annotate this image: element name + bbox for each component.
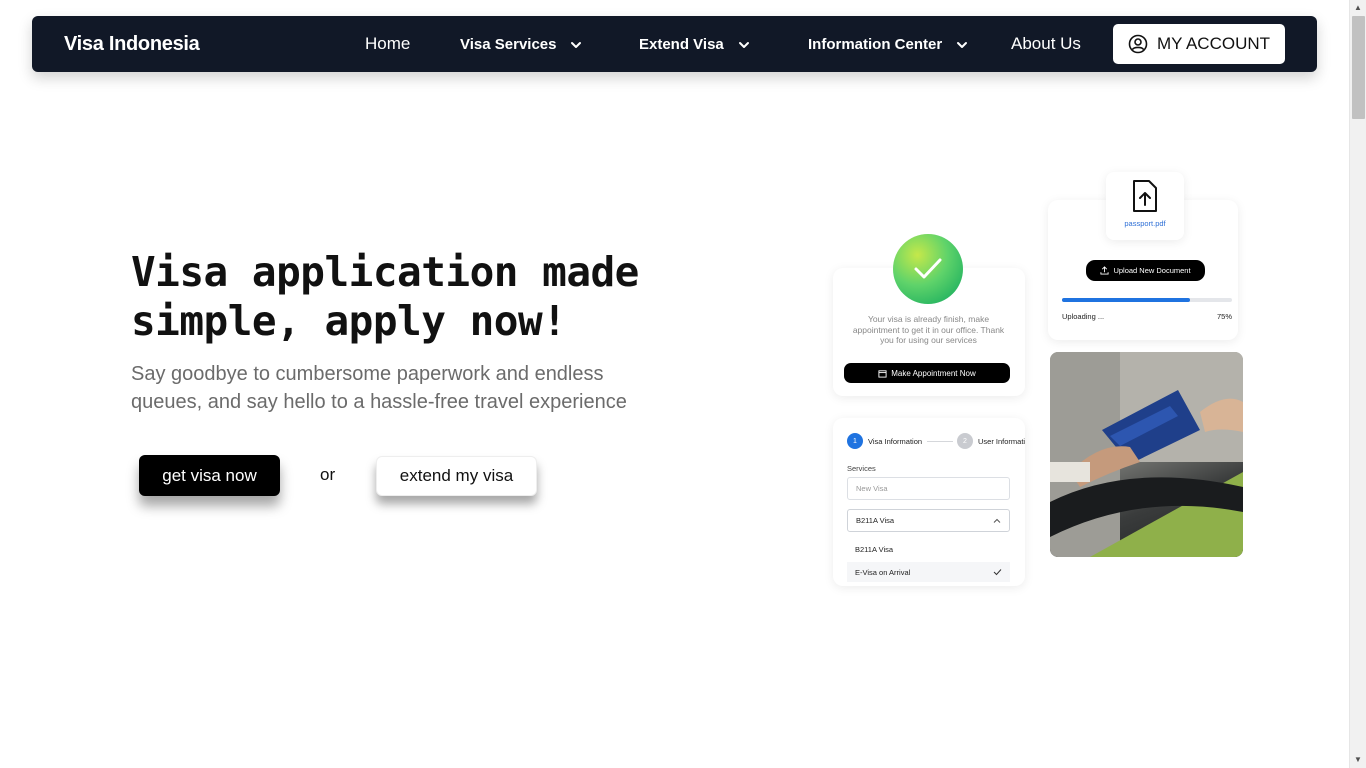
page-scrollbar[interactable]: ▲ ▼ [1349, 0, 1366, 768]
get-visa-now-button[interactable]: get visa now [139, 455, 280, 496]
chevron-up-icon [993, 518, 1001, 523]
check-icon [993, 569, 1002, 576]
visa-type-select: B211A Visa [847, 509, 1010, 532]
passport-handover-photo [1050, 352, 1243, 557]
photo-illustration [1050, 352, 1243, 557]
nav-information-center-label: Information Center [808, 36, 943, 53]
step-connector [927, 441, 953, 442]
nav-about-us[interactable]: About Us [1011, 34, 1081, 54]
step-2-label: User Information [978, 436, 1025, 446]
scrollbar-thumb[interactable] [1352, 16, 1365, 119]
nav-extend-visa-label: Extend Visa [639, 36, 724, 53]
visa-option-evoa: E-Visa on Arrival [847, 562, 1010, 582]
make-appointment-button: Make Appointment Now [844, 363, 1010, 383]
hero-subtitle: Say goodbye to cumbersome paperwork and … [131, 363, 627, 413]
scroll-up-arrow-icon[interactable]: ▲ [1354, 3, 1362, 13]
file-preview [1106, 172, 1184, 240]
check-icon [914, 258, 942, 279]
my-account-button[interactable]: MY ACCOUNT [1113, 24, 1285, 64]
services-input: New Visa [847, 477, 1010, 500]
chevron-down-icon [571, 41, 582, 48]
scroll-down-arrow-icon[interactable]: ▼ [1354, 755, 1362, 765]
visa-type-selected: B211A Visa [856, 516, 895, 525]
extend-my-visa-button[interactable]: extend my visa [376, 456, 537, 496]
upload-percent-text: 75% [1216, 312, 1232, 321]
nav-home-label: Home [365, 34, 411, 53]
upload-new-document-button: Upload New Document [1086, 260, 1205, 281]
chevron-down-icon [738, 41, 749, 48]
nav-visa-services-label: Visa Services [460, 36, 557, 53]
visa-option-evoa-label: E-Visa on Arrival [855, 567, 911, 577]
or-separator: or [320, 465, 336, 484]
make-appointment-label: Make Appointment Now [891, 368, 976, 378]
upload-progress-bar [1062, 298, 1232, 302]
step-visa-information: 1 Visa Information [847, 433, 922, 449]
upload-status-text: Uploading ... [1062, 312, 1105, 321]
nav-extend-visa[interactable]: Extend Visa [639, 36, 752, 53]
brand-logo[interactable]: Visa Indonesia [64, 33, 200, 56]
upload-progress-fill [1062, 298, 1190, 302]
upload-new-document-label: Upload New Document [1113, 266, 1191, 275]
upload-icon [1100, 266, 1109, 275]
nav-visa-services[interactable]: Visa Services [460, 36, 584, 53]
file-name: passport.pdf [1124, 219, 1166, 228]
success-badge [893, 234, 963, 304]
step-1-label: Visa Information [868, 436, 923, 446]
nav-about-us-label: About Us [1011, 34, 1081, 53]
chevron-down-icon [957, 41, 968, 48]
top-navbar: Visa Indonesia Home Visa Services Extend… [32, 16, 1317, 72]
step-2-number: 2 [957, 433, 973, 449]
step-1-number: 1 [847, 433, 863, 449]
hero-title: Visa application made simple, apply now! [131, 248, 639, 345]
step-user-information: 2 User Information [957, 433, 1025, 449]
file-upload-icon [1133, 180, 1157, 212]
visa-ready-message: Your visa is already finish, make appoin… [852, 314, 1005, 345]
user-circle-icon [1128, 34, 1148, 54]
nav-home[interactable]: Home [365, 34, 410, 54]
visa-option-b211a: B211A Visa [855, 544, 894, 554]
page: Visa Indonesia Home Visa Services Extend… [0, 0, 1366, 768]
calendar-icon [878, 369, 887, 378]
nav-information-center[interactable]: Information Center [808, 36, 970, 53]
my-account-label: MY ACCOUNT [1156, 34, 1271, 53]
services-label: Services [847, 464, 876, 473]
